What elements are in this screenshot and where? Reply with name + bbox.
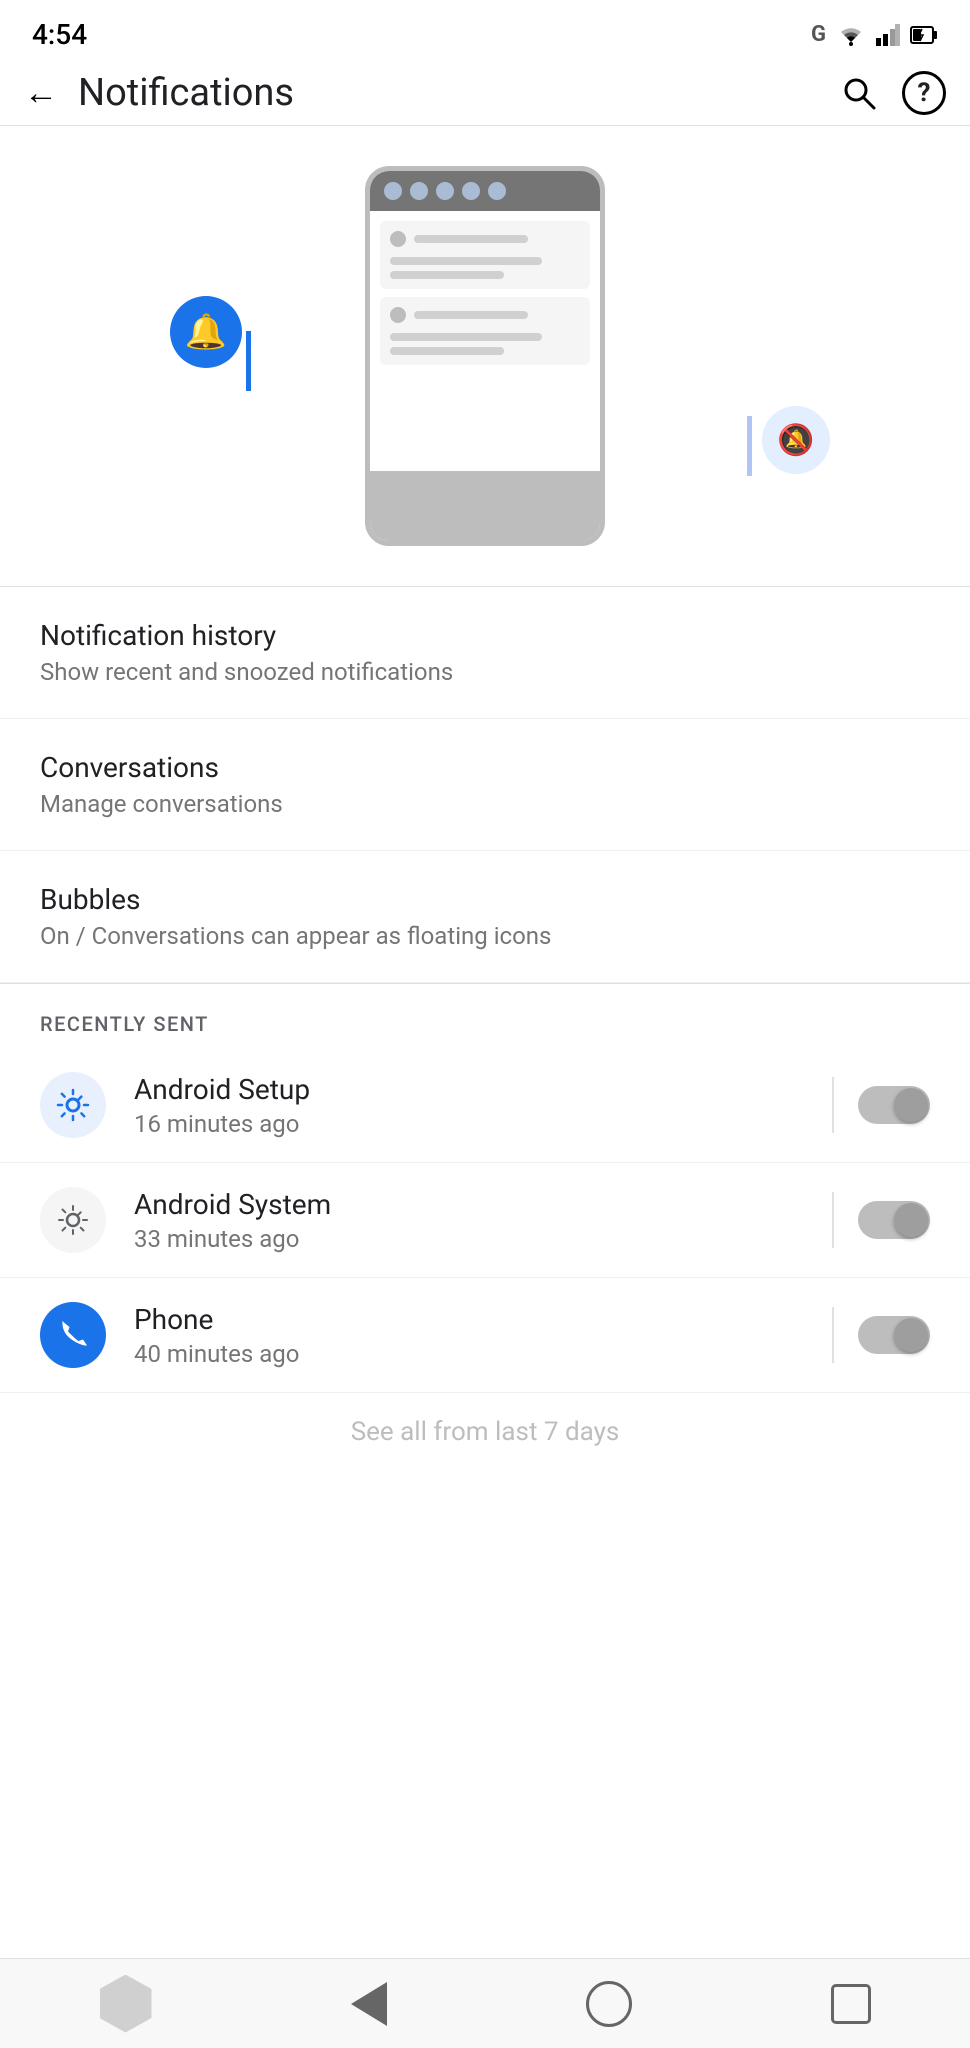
notification-history-title: Notification history bbox=[40, 619, 930, 652]
notification-history-item[interactable]: Notification history Show recent and sno… bbox=[0, 587, 970, 719]
help-button[interactable]: ? bbox=[902, 71, 946, 115]
android-system-row[interactable]: Android System 33 minutes ago bbox=[0, 1163, 970, 1278]
bubbles-title: Bubbles bbox=[40, 883, 930, 916]
toggle-knob bbox=[894, 1318, 928, 1352]
search-button[interactable] bbox=[840, 74, 878, 112]
bell-muted-icon: 🔕 bbox=[762, 406, 830, 474]
status-icons: G bbox=[811, 22, 938, 47]
android-setup-row[interactable]: Android Setup 16 minutes ago bbox=[0, 1048, 970, 1163]
bubbles-subtitle: On / Conversations can appear as floatin… bbox=[40, 922, 930, 950]
phone-circle bbox=[390, 307, 406, 323]
phone-line bbox=[390, 333, 542, 341]
conversations-title: Conversations bbox=[40, 751, 930, 784]
signal-icon bbox=[876, 24, 900, 46]
battery-icon bbox=[910, 24, 938, 46]
overview-button[interactable] bbox=[831, 1984, 871, 2024]
android-system-name: Android System bbox=[134, 1188, 808, 1221]
android-setup-time: 16 minutes ago bbox=[134, 1110, 808, 1138]
settings-list: Notification history Show recent and sno… bbox=[0, 587, 970, 983]
toggle-knob bbox=[894, 1203, 928, 1237]
bell-active-icon: 🔔 bbox=[170, 296, 242, 368]
android-system-time: 33 minutes ago bbox=[134, 1225, 808, 1253]
phone-dot bbox=[410, 182, 428, 200]
home-icon bbox=[586, 1981, 632, 2027]
recents-icon bbox=[100, 1975, 152, 2033]
phone-circle bbox=[390, 231, 406, 247]
row-divider bbox=[832, 1192, 834, 1248]
phone-dot bbox=[384, 182, 402, 200]
bottom-nav bbox=[0, 1958, 970, 2048]
phone-card-1 bbox=[380, 221, 590, 289]
recently-sent-label: RECENTLY SENT bbox=[0, 984, 970, 1048]
phone-icon bbox=[40, 1302, 106, 1368]
page-title: Notifications bbox=[78, 71, 840, 115]
phone-line bbox=[390, 347, 504, 355]
google-icon: G bbox=[811, 22, 826, 47]
android-setup-name: Android Setup bbox=[134, 1073, 808, 1106]
phone-call-icon bbox=[56, 1318, 90, 1352]
phone-line bbox=[390, 271, 504, 279]
phone-info: Phone 40 minutes ago bbox=[134, 1303, 808, 1368]
phone-dot bbox=[436, 182, 454, 200]
phone-content bbox=[370, 211, 600, 471]
illustration-section: 🔔 bbox=[0, 126, 970, 587]
wifi-icon bbox=[836, 24, 866, 46]
app-bar-actions: ? bbox=[840, 71, 946, 115]
phone-name: Phone bbox=[134, 1303, 808, 1336]
app-bar: ← Notifications ? bbox=[0, 61, 970, 126]
android-system-toggle[interactable] bbox=[858, 1201, 930, 1239]
phone-card-2 bbox=[380, 297, 590, 365]
toggle-knob bbox=[894, 1088, 928, 1122]
recents-button[interactable] bbox=[100, 1975, 152, 2033]
android-setup-icon bbox=[40, 1072, 106, 1138]
conversations-subtitle: Manage conversations bbox=[40, 790, 930, 818]
android-system-info: Android System 33 minutes ago bbox=[134, 1188, 808, 1253]
overview-icon bbox=[831, 1984, 871, 2024]
row-divider bbox=[832, 1307, 834, 1363]
conversations-item[interactable]: Conversations Manage conversations bbox=[0, 719, 970, 851]
blue-line-right bbox=[747, 416, 752, 476]
system-gear-icon bbox=[54, 1201, 92, 1239]
phone-dot bbox=[462, 182, 480, 200]
see-all-bar[interactable]: See all from last 7 days bbox=[0, 1393, 970, 1547]
phone-bottom bbox=[370, 471, 600, 541]
row-divider bbox=[832, 1077, 834, 1133]
android-setup-info: Android Setup 16 minutes ago bbox=[134, 1073, 808, 1138]
phone-toggle[interactable] bbox=[858, 1316, 930, 1354]
phone-dot bbox=[488, 182, 506, 200]
android-system-icon bbox=[40, 1187, 106, 1253]
back-button[interactable]: ← bbox=[24, 76, 58, 110]
help-icon: ? bbox=[918, 78, 931, 108]
phone-time: 40 minutes ago bbox=[134, 1340, 808, 1368]
back-icon bbox=[351, 1982, 387, 2026]
phone-line bbox=[390, 257, 542, 265]
notification-history-subtitle: Show recent and snoozed notifications bbox=[40, 658, 930, 686]
back-button-nav[interactable] bbox=[351, 1982, 387, 2026]
phone-line bbox=[414, 235, 528, 243]
phone-row[interactable]: Phone 40 minutes ago bbox=[0, 1278, 970, 1393]
phone-mockup bbox=[365, 166, 605, 546]
see-all-text: See all from last 7 days bbox=[351, 1417, 620, 1447]
home-button[interactable] bbox=[586, 1981, 632, 2027]
phone-top-bar bbox=[370, 171, 600, 211]
blue-line-left bbox=[246, 331, 251, 391]
gear-icon bbox=[54, 1086, 92, 1124]
status-bar: 4:54 G bbox=[0, 0, 970, 61]
android-setup-toggle[interactable] bbox=[858, 1086, 930, 1124]
status-time: 4:54 bbox=[32, 18, 87, 51]
phone-line bbox=[414, 311, 528, 319]
bubbles-item[interactable]: Bubbles On / Conversations can appear as… bbox=[0, 851, 970, 983]
